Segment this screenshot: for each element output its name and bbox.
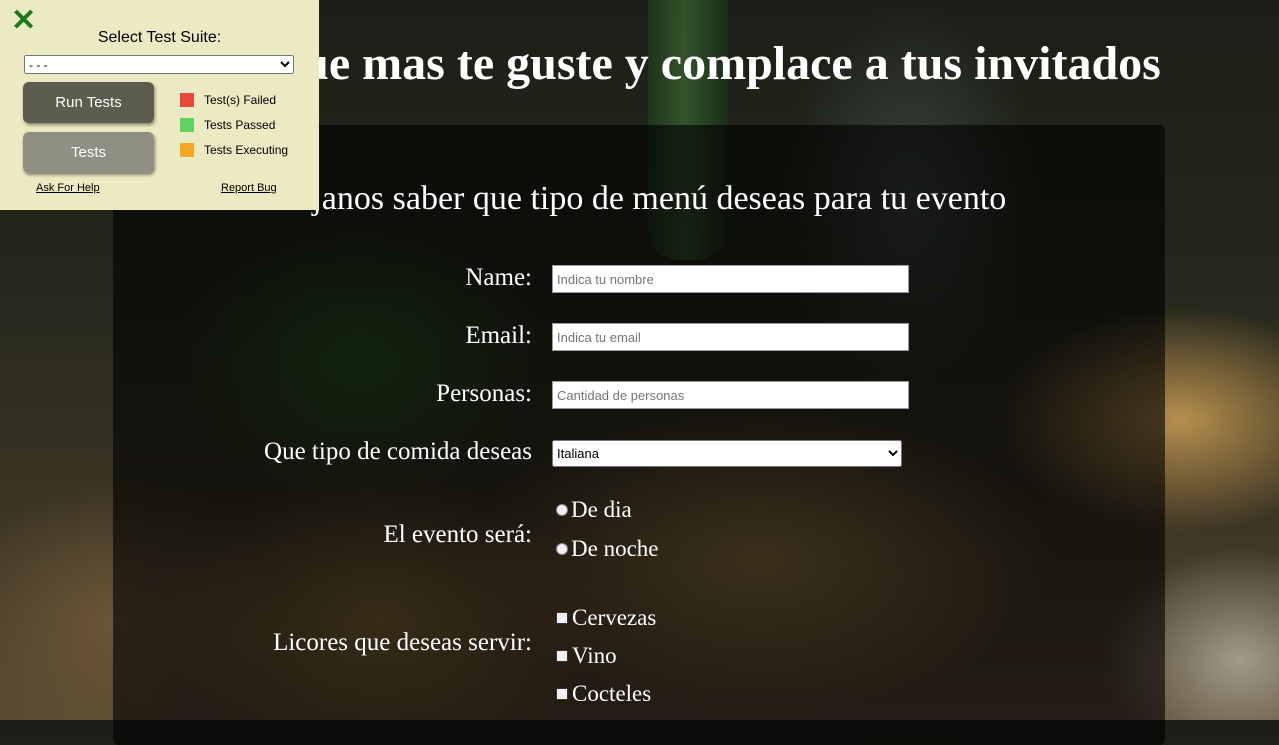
event-option-night[interactable]: De noche — [556, 536, 659, 562]
event-option-day[interactable]: De dia — [556, 497, 632, 523]
liquor-label: Licores que deseas servir: — [273, 629, 532, 656]
suite-label: Select Test Suite: — [97, 29, 222, 46]
name-label: Name: — [465, 264, 532, 291]
tests-button[interactable]: Tests — [23, 132, 154, 173]
wine-checkbox[interactable] — [556, 650, 568, 662]
event-time-label: El evento será: — [383, 521, 532, 548]
email-input[interactable] — [552, 323, 909, 351]
legend-executing: Tests Executing — [180, 143, 288, 157]
legend-passed-label: Tests Passed — [204, 118, 276, 132]
night-radio-label: De noche — [571, 536, 659, 561]
people-label: Personas: — [436, 380, 532, 407]
failed-swatch — [180, 93, 194, 107]
legend-failed: Test(s) Failed — [180, 93, 276, 107]
beer-checkbox[interactable] — [556, 612, 568, 624]
food-type-select[interactable]: Italiana — [552, 440, 902, 467]
test-suite-select[interactable]: - - - — [24, 55, 294, 74]
people-input[interactable] — [552, 381, 909, 409]
liquor-option-cocktails[interactable]: Cocteles — [556, 681, 651, 707]
day-radio-label: De dia — [571, 497, 632, 522]
legend-failed-label: Test(s) Failed — [204, 93, 277, 107]
email-label: Email: — [465, 322, 532, 349]
passed-swatch — [180, 118, 194, 132]
form-card — [113, 125, 1165, 745]
legend-passed: Tests Passed — [180, 118, 275, 132]
test-suite-panel: ✕ Select Test Suite: - - - Run Tests Tes… — [0, 0, 319, 210]
run-tests-button[interactable]: Run Tests — [23, 82, 154, 123]
cocktails-checkbox[interactable] — [556, 688, 568, 700]
executing-swatch — [180, 143, 194, 157]
cocktails-checkbox-label: Cocteles — [572, 681, 652, 706]
day-radio[interactable] — [556, 504, 568, 516]
ask-for-help-link[interactable]: Ask For Help — [36, 182, 100, 194]
liquor-option-wine[interactable]: Vino — [556, 643, 617, 669]
wine-checkbox-label: Vino — [572, 643, 617, 668]
report-bug-link[interactable]: Report Bug — [221, 182, 277, 194]
liquor-option-beer[interactable]: Cervezas — [556, 605, 656, 631]
name-input[interactable] — [552, 265, 909, 293]
legend-executing-label: Tests Executing — [204, 143, 289, 157]
beer-checkbox-label: Cervezas — [572, 605, 657, 630]
night-radio[interactable] — [556, 543, 568, 555]
food-type-label: Que tipo de comida deseas — [264, 438, 532, 465]
